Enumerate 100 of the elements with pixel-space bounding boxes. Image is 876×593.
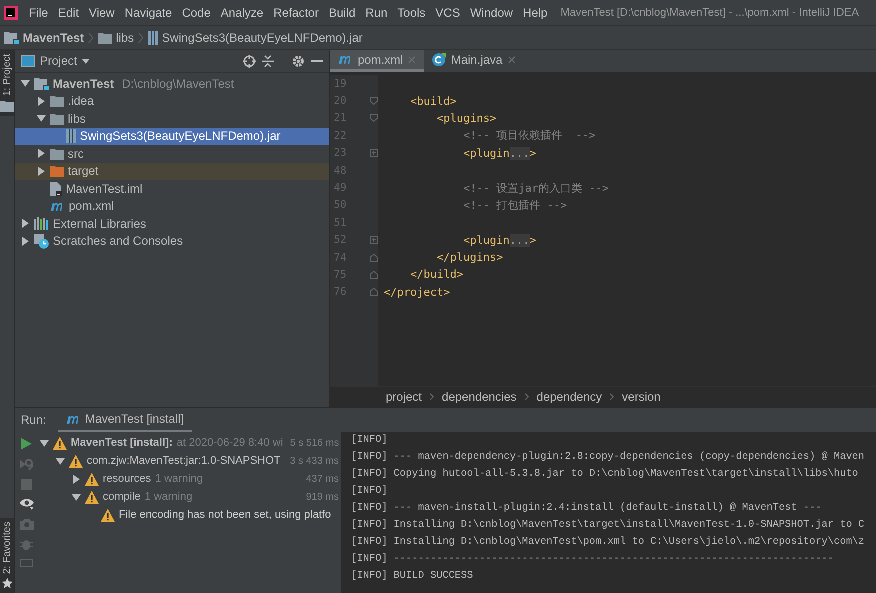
tree-item[interactable]: pom.xml <box>15 198 329 215</box>
chevron-icon <box>138 32 144 44</box>
chevron-icon <box>88 32 94 44</box>
project-tool-button[interactable]: 1: Project <box>0 50 14 116</box>
code-line: <plugins> <box>436 112 497 125</box>
build-step-label[interactable]: resources <box>103 473 152 486</box>
chevron-icon <box>610 393 614 402</box>
expand-arrow-icon[interactable] <box>72 492 81 502</box>
jar-icon <box>148 30 158 44</box>
breadcrumb-item[interactable]: project <box>386 390 422 404</box>
nav-crumb[interactable]: SwingSets3(BeautyEyeLNFDemo).jar <box>162 30 363 44</box>
java-class-icon <box>432 52 446 66</box>
build-step-label[interactable]: File encoding has not been set, using platfo <box>119 509 332 522</box>
nav-crumb[interactable]: MavenTest <box>23 30 84 44</box>
maven-icon <box>66 414 82 425</box>
code-comment: <!-- 打包插件 --> <box>462 198 568 213</box>
menu-item[interactable]: Build <box>324 6 361 20</box>
chevron-icon <box>524 393 529 402</box>
module-icon <box>4 31 19 44</box>
breadcrumb-item[interactable]: dependency <box>536 390 602 404</box>
expand-arrow-icon[interactable] <box>56 456 65 466</box>
expand-arrow-icon[interactable] <box>72 474 81 484</box>
menu-item[interactable]: Window <box>465 6 518 20</box>
code-comment: <!-- 设置jar的入口类 --> <box>462 180 609 196</box>
warning-icon <box>53 436 67 450</box>
warning-icon <box>85 472 99 486</box>
tree-item[interactable]: libs <box>15 110 329 128</box>
step-detail: at 2020-06-29 8:40 wi <box>176 437 284 450</box>
tree-item[interactable]: SwingSets3(BeautyEyeLNFDemo).jar <box>15 128 329 145</box>
tree-item[interactable]: target <box>15 162 329 180</box>
warning-icon <box>85 490 99 504</box>
step-duration: 3 s 433 ms <box>289 456 339 467</box>
maven-icon <box>50 200 65 212</box>
step-duration: 437 ms <box>305 474 339 485</box>
menu-item[interactable]: File <box>24 6 54 20</box>
star-icon <box>2 578 12 589</box>
run-tab[interactable]: MavenTest [install] <box>58 408 192 432</box>
tree-item[interactable]: Scratches and Consoles <box>15 232 329 250</box>
console-line: [INFO] Copying hutool-all-5.3.8.jar to D:\cnblog\MavenTest\target\install\libs\huto <box>351 468 860 482</box>
menu-item[interactable]: Refactor <box>268 6 324 20</box>
run-icon[interactable] <box>21 438 32 450</box>
step-duration: 919 ms <box>305 492 339 503</box>
tree-item[interactable]: MavenTest D:\cnblog\MavenTest <box>15 75 329 92</box>
menu-item[interactable]: View <box>84 6 120 20</box>
editor-tab[interactable]: pom.xml <box>330 50 424 72</box>
code-line: </build> <box>409 268 464 282</box>
window-icon <box>21 55 35 67</box>
menu-item[interactable]: Tools <box>392 6 431 20</box>
maven-icon <box>338 54 353 65</box>
tree-item[interactable]: External Libraries <box>15 215 329 232</box>
chevron-icon <box>430 393 434 402</box>
build-step-label[interactable]: com.zjw:MavenTest:jar:1.0-SNAPSHOT <box>87 455 281 468</box>
folder-icon <box>50 148 64 160</box>
build-step-label[interactable]: compile <box>103 491 141 504</box>
menu-item[interactable]: VCS <box>430 6 466 20</box>
console-line: [INFO] --- maven-dependency-plugin:2.8:copy-dependencies (copy-dependencies) @ Maven <box>351 450 866 466</box>
code-line: <plugin...> <box>462 146 536 160</box>
folder-icon <box>0 100 14 112</box>
menu-item[interactable]: Help <box>518 6 553 20</box>
menu-item[interactable]: Analyze <box>216 6 269 20</box>
tree-item[interactable]: src <box>15 145 329 162</box>
app-logo-icon <box>4 6 18 20</box>
console-line: [INFO] Installing D:\cnblog\MavenTest\target\install\MavenTest-1.0-SNAPSHOT.jar to C <box>351 518 866 534</box>
file-icon <box>50 182 62 196</box>
console-line: [INFO] Installing D:\cnblog\MavenTest\pom.xml to C:\Users\jielo\.m2\repository\com\z <box>351 536 866 550</box>
console-line: [INFO] --- maven-install-plugin:2.4:install (default-install) @ MavenTest --- <box>351 502 823 516</box>
editor-tab[interactable]: Main.java <box>424 50 524 72</box>
expand-arrow-icon[interactable] <box>40 438 49 448</box>
folder-icon <box>50 165 64 178</box>
step-detail: 1 warning <box>144 491 193 504</box>
console-line: [INFO] <box>351 434 389 448</box>
warning-icon <box>101 508 115 522</box>
menu-item[interactable]: Edit <box>53 6 84 20</box>
eye-icon[interactable] <box>20 498 34 510</box>
code-line: </plugins> <box>436 251 504 264</box>
scratches-icon <box>34 234 49 249</box>
jar-icon <box>66 129 76 144</box>
step-detail: 1 warning <box>155 473 203 486</box>
collapse-all-icon[interactable] <box>262 54 274 68</box>
console-line: [INFO] <box>351 484 389 500</box>
menu-item[interactable]: Code <box>177 6 216 20</box>
breadcrumb-item[interactable]: dependencies <box>442 390 517 404</box>
favorites-tool-button[interactable]: 2: Favorites <box>0 518 14 593</box>
libraries-icon <box>34 217 49 230</box>
run-panel-title: Run: <box>21 413 46 428</box>
console-line: [INFO] ------------------------------------------------------------------------ <box>351 552 835 568</box>
menu-item[interactable]: Navigate <box>120 6 178 20</box>
nav-crumb[interactable]: libs <box>116 30 134 44</box>
settings-icon[interactable] <box>292 54 305 68</box>
code-line: <plugin...> <box>462 234 536 247</box>
dropdown-caret-icon <box>82 58 90 64</box>
menu-item[interactable]: Run <box>360 6 393 20</box>
project-view-dropdown[interactable]: Project <box>21 54 90 68</box>
breadcrumb-item[interactable]: version <box>622 390 661 404</box>
minimize-icon[interactable] <box>311 60 323 62</box>
locate-icon[interactable] <box>243 54 256 68</box>
tree-item[interactable]: .idea <box>15 92 329 110</box>
window-title: MavenTest [D:\cnblog\MavenTest] - ...\pom.xml - IntelliJ IDEA <box>560 6 860 18</box>
build-step-label[interactable]: MavenTest [install]: <box>71 437 173 450</box>
tree-item[interactable]: MavenTest.iml <box>15 180 329 198</box>
